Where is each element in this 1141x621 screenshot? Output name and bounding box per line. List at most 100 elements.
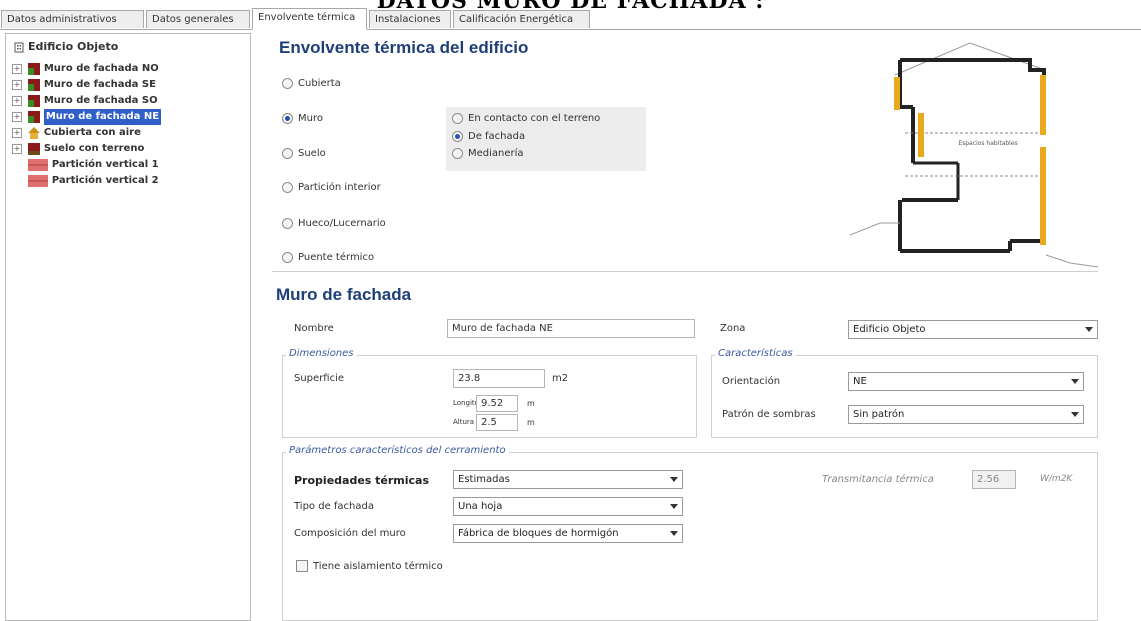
radio-hueco-lucernario[interactable]: Hueco/Lucernario [282,217,386,231]
tab-instalaciones[interactable]: Instalaciones [369,10,451,28]
checkbox-box [296,560,308,572]
tab-calificacion-energetica[interactable]: Calificación Energética [453,10,590,28]
expand-icon[interactable]: + [12,80,22,90]
radio-dot [282,147,293,159]
radio-dot [282,181,293,193]
tree-item-muro-ne[interactable]: + Muro de fachada NE [12,109,162,125]
expand-icon[interactable]: + [12,96,22,106]
radio-dot [282,251,293,263]
parametros-title: Parámetros característicos del cerramien… [286,445,509,456]
chevron-down-icon [1085,327,1093,332]
tab-datos-generales[interactable]: Datos generales [146,10,250,28]
chevron-down-icon [670,477,678,482]
longitud-input[interactable]: 9.52 [476,395,518,412]
tree-item-label: Muro de fachada NE [43,109,162,125]
roof-icon [27,127,40,139]
transmitancia-input: 2.56 [972,470,1016,489]
composicion-label: Composición del muro [294,528,406,539]
radio-cubierta[interactable]: Cubierta [282,77,341,91]
zona-label: Zona [720,323,746,334]
superficie-input[interactable]: 23.8 [453,369,545,388]
tree-item-label: Partición vertical 2 [51,175,159,186]
tree-item-muro-se[interactable]: + Muro de fachada SE [12,77,156,93]
building-icon [14,42,24,52]
wall-icon [27,63,40,75]
radio-contacto-terreno[interactable]: En contacto con el terreno [452,112,600,126]
radio-suelo[interactable]: Suelo [282,147,326,161]
floor-icon [27,143,40,155]
orientacion-select[interactable]: NE [848,372,1084,391]
partition-icon [27,175,48,187]
chevron-down-icon [1071,379,1079,384]
radio-particion-interior[interactable]: Partición interior [282,181,381,195]
radio-muro[interactable]: Muro [282,112,323,126]
radio-puente-termico[interactable]: Puente térmico [282,251,374,265]
altura-unit: m [527,418,535,427]
orientacion-label: Orientación [722,376,781,387]
nombre-label: Nombre [294,323,334,334]
building-section-diagram: Espacios habitables [850,42,1098,268]
tree-item-muro-no[interactable]: + Muro de fachada NO [12,61,159,77]
expand-icon[interactable]: + [12,144,22,154]
radio-dot [282,217,293,229]
propiedades-select[interactable]: Estimadas [453,470,683,489]
wall-icon [27,111,40,123]
tree-item-label: Muro de fachada NO [43,63,159,74]
longitud-unit: m [527,399,535,408]
composicion-select[interactable]: Fábrica de bloques de hormigón [453,524,683,543]
tree-item-cubierta[interactable]: + Cubierta con aire [12,125,141,141]
radio-dot [452,112,463,124]
propiedades-label: Propiedades térmicas [294,474,430,487]
chevron-down-icon [670,504,678,509]
radio-dot [452,130,463,142]
separator [272,271,1098,272]
muro-title: Muro de fachada [276,285,412,304]
tree-item-particion-1[interactable]: Partición vertical 1 [12,157,159,173]
partition-icon [27,159,48,171]
caracteristicas-group [711,355,1098,438]
radio-dot [282,77,293,89]
wall-icon [27,79,40,91]
patron-select[interactable]: Sin patrón [848,405,1084,424]
transmitancia-unit: W/m2K [1040,474,1073,484]
tipo-label: Tipo de fachada [294,501,374,512]
superficie-label: Superficie [294,373,345,384]
tree-item-label: Suelo con terreno [43,143,145,154]
dimensiones-title: Dimensiones [286,348,357,359]
tree-item-particion-2[interactable]: Partición vertical 2 [12,173,159,189]
expand-icon[interactable]: + [12,64,22,74]
patron-label: Patrón de sombras [722,409,816,420]
tree-item-label: Muro de fachada SO [43,95,158,106]
caracteristicas-title: Características [715,348,796,359]
diagram-label: Espacios habitables [958,140,1017,147]
radio-dot [282,112,293,124]
tab-datos-administrativos[interactable]: Datos administrativos [1,10,144,28]
tab-bar: Datos administrativos Datos generales En… [0,8,1141,30]
expand-icon[interactable]: + [12,128,22,138]
radio-dot [452,147,463,159]
tree-root[interactable]: Edificio Objeto [14,40,118,53]
zona-select[interactable]: Edificio Objeto [848,320,1098,339]
tree-item-label: Cubierta con aire [43,127,141,138]
altura-label: Altura [453,418,475,426]
radio-de-fachada[interactable]: De fachada [452,130,525,144]
superficie-unit: m2 [552,373,569,384]
tree-item-muro-so[interactable]: + Muro de fachada SO [12,93,158,109]
tab-envolvente-termica[interactable]: Envolvente térmica [252,8,367,30]
envolvente-title: Envolvente térmica del edificio [279,38,529,57]
radio-medianeria[interactable]: Medianería [452,147,524,161]
tree-item-label: Partición vertical 1 [51,159,159,170]
tree-root-label: Edificio Objeto [28,40,119,53]
tipo-select[interactable]: Una hoja [453,497,683,516]
expand-icon[interactable]: + [12,112,22,122]
aislamiento-checkbox[interactable]: Tiene aislamiento térmico [296,560,443,572]
tree-item-label: Muro de fachada SE [43,79,156,90]
nombre-input[interactable]: Muro de fachada NE [447,319,695,338]
chevron-down-icon [1071,412,1079,417]
wall-icon [27,95,40,107]
building-tree[interactable]: Edificio Objeto + Muro de fachada NO + M… [5,33,251,621]
chevron-down-icon [670,531,678,536]
tree-item-suelo[interactable]: + Suelo con terreno [12,141,144,157]
altura-input[interactable]: 2.5 [476,414,518,431]
transmitancia-label: Transmitancia térmica [822,474,934,485]
